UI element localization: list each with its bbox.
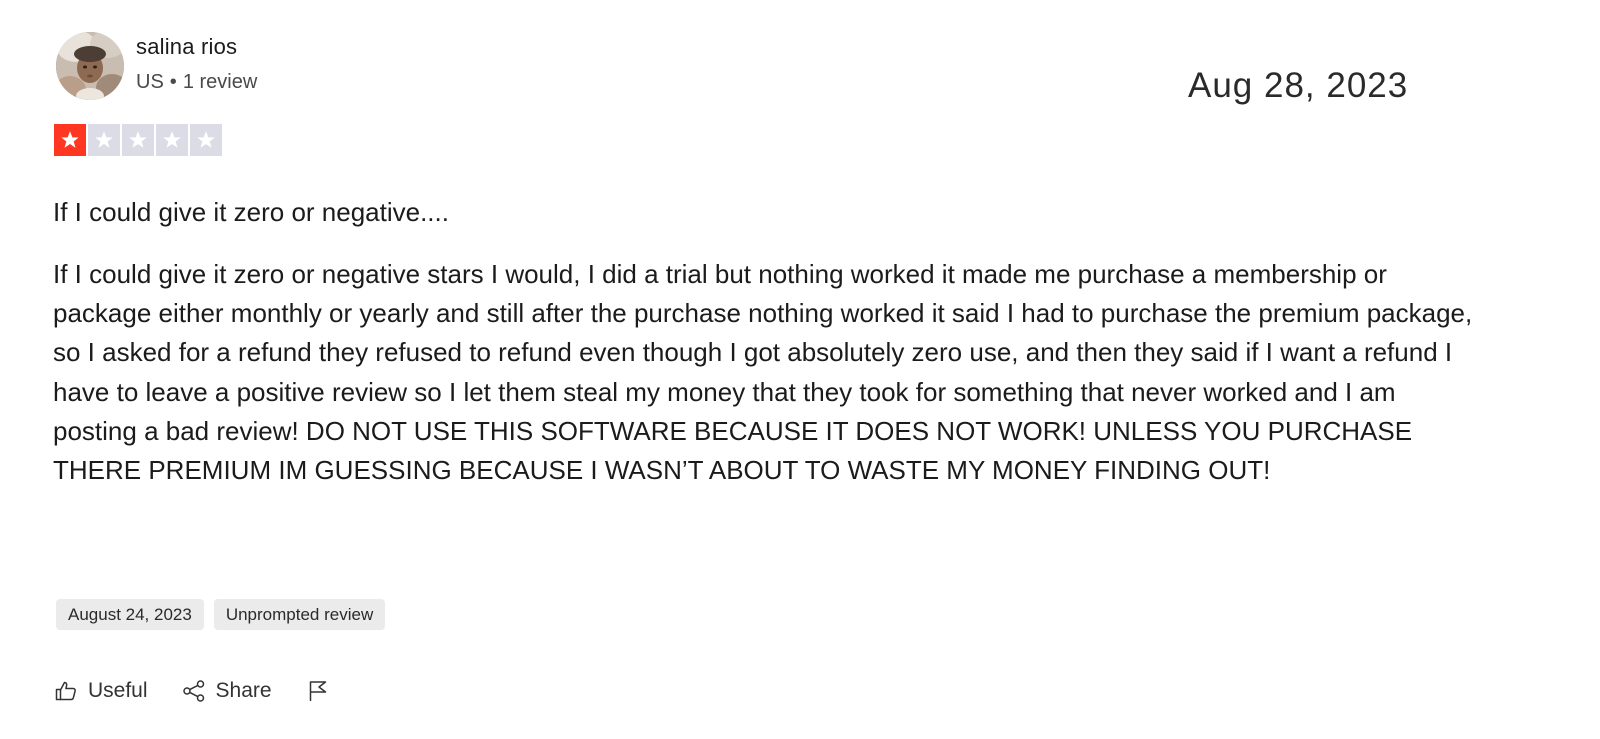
share-icon (182, 680, 204, 702)
reviewer-name[interactable]: salina rios (136, 34, 237, 60)
star-5-empty-icon (190, 124, 222, 156)
useful-label: Useful (88, 679, 148, 702)
review-title[interactable]: If I could give it zero or negative.... (53, 197, 449, 228)
review-date: Aug 28, 2023 (1188, 66, 1409, 105)
review-type-tag[interactable]: Unprompted review (213, 599, 386, 630)
date-of-experience-tag: August 24, 2023 (56, 599, 204, 630)
share-button[interactable]: Share (182, 679, 272, 703)
star-1-filled-icon (54, 124, 86, 156)
star-4-empty-icon (156, 124, 188, 156)
flag-button[interactable] (306, 679, 330, 703)
reviewer-review-count: 1 review (182, 71, 258, 93)
reviewer-meta: US • 1 review (136, 71, 257, 94)
avatar-image (56, 32, 124, 100)
review-tags: August 24, 2023 Unprompted review (56, 599, 386, 630)
thumbs-up-icon (55, 681, 76, 701)
share-label: Share (215, 679, 272, 702)
review-actions: Useful Share (54, 676, 364, 706)
reviewer-country: US (136, 71, 164, 93)
star-3-empty-icon (122, 124, 154, 156)
avatar[interactable] (56, 32, 124, 100)
star-2-empty-icon (88, 124, 120, 156)
flag-icon (309, 681, 326, 701)
review-card: salina rios US • 1 review Aug 28, 2023 If … (0, 0, 1600, 739)
review-body: If I could give it zero or negative star… (53, 259, 1473, 486)
useful-button[interactable]: Useful (54, 679, 148, 703)
meta-separator: • (169, 71, 177, 93)
star-rating (54, 124, 222, 156)
